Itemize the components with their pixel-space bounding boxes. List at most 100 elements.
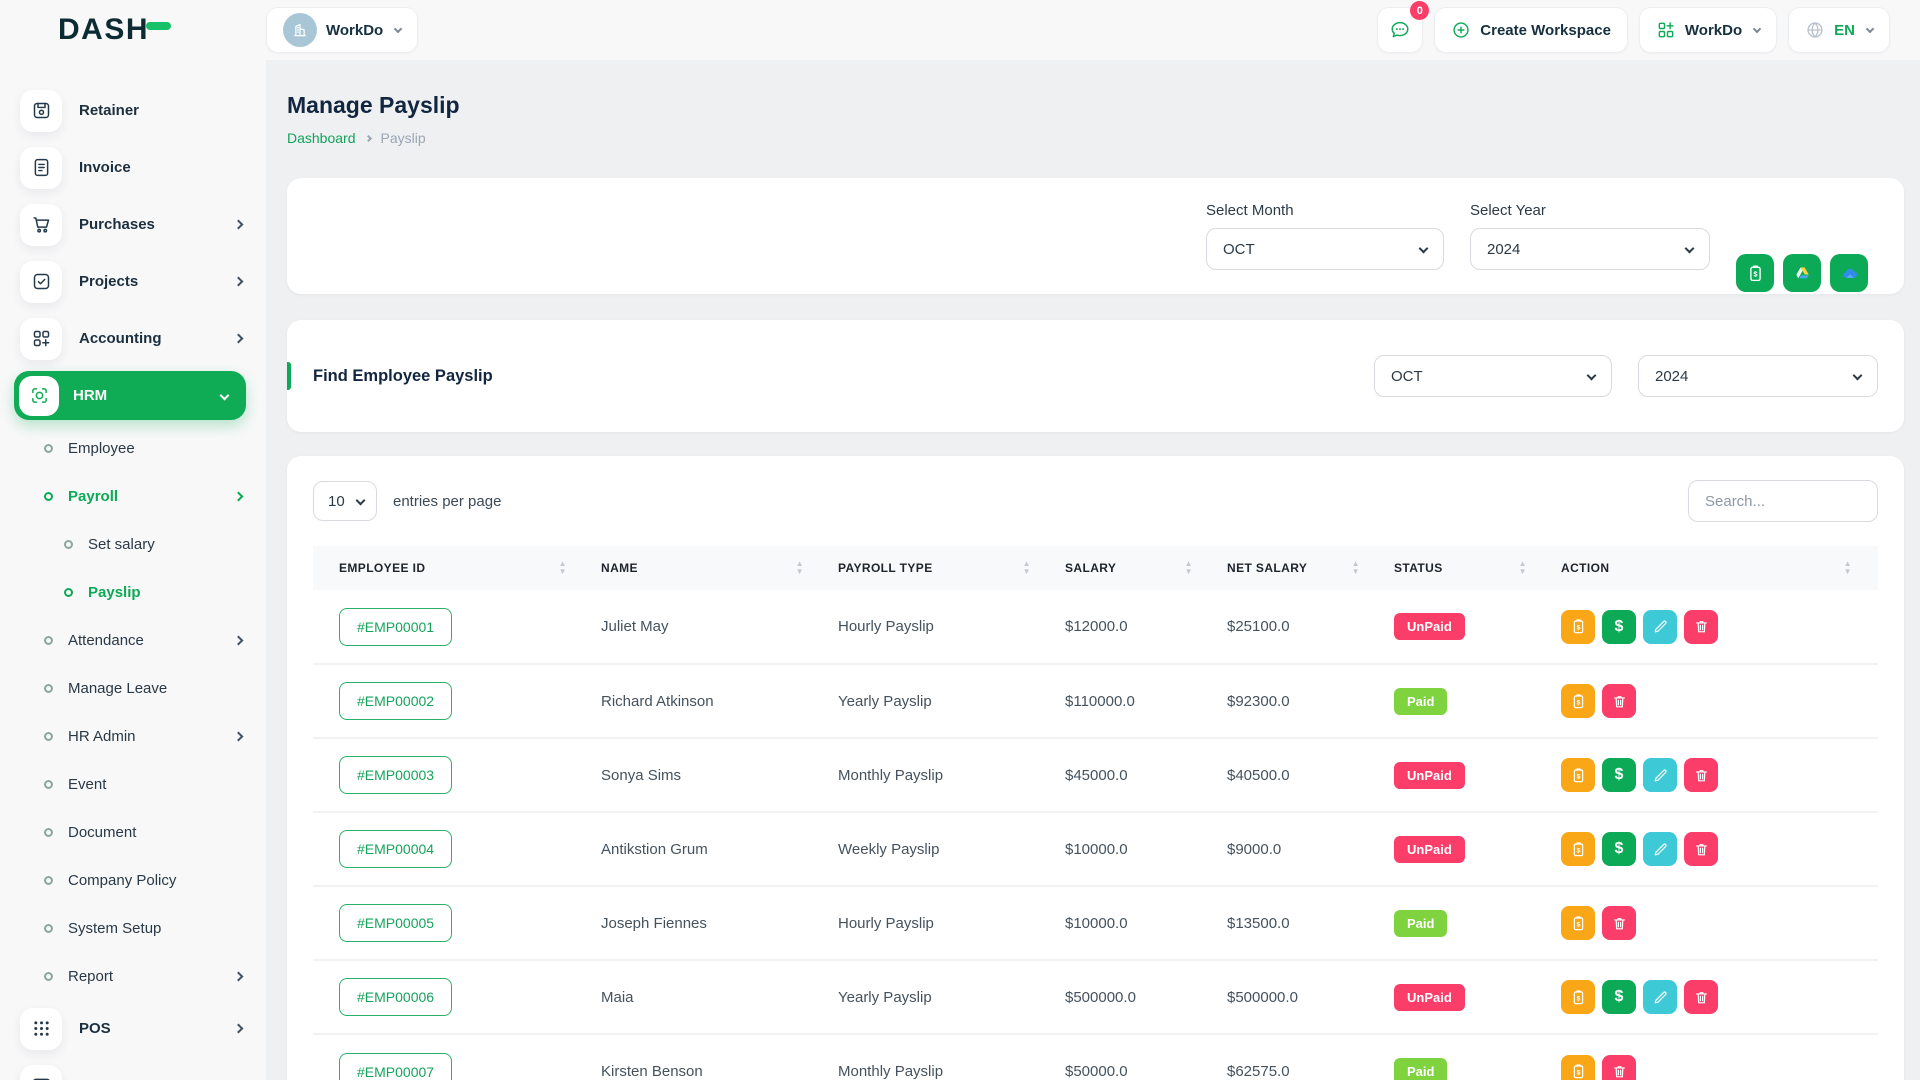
page-size-select[interactable]: 10 [313,481,377,521]
employee-name-cell: Joseph Fiennes [593,886,830,960]
delete-button[interactable] [1684,758,1718,792]
sidebar-item-event[interactable]: Event [0,760,266,808]
make-payment-button[interactable]: $ [1602,980,1636,1014]
sidebar-item-report[interactable]: Report [0,952,266,1000]
create-workspace-button[interactable]: Create Workspace [1434,7,1628,53]
sidebar-item-company-policy[interactable]: Company Policy [0,856,266,904]
svg-text:$: $ [1576,921,1580,928]
app-logo[interactable]: DASH [0,13,266,47]
workspace-menu-button[interactable]: WorkDo [1639,7,1777,53]
column-header-action[interactable]: ACTION▲▼ [1553,546,1878,590]
bullet-icon [44,924,53,933]
delete-button[interactable] [1602,1055,1636,1080]
chevron-down-icon [1685,244,1695,254]
edit-button[interactable] [1643,758,1677,792]
sidebar-item-system-setup[interactable]: System Setup [0,904,266,952]
edit-button[interactable] [1643,832,1677,866]
employee-id-badge[interactable]: #EMP00003 [339,756,452,794]
employee-id-badge[interactable]: #EMP00007 [339,1053,452,1080]
sidebar-nav: RetainerInvoicePurchasesProjectsAccounti… [0,60,266,1080]
month-select[interactable]: OCT [1206,228,1444,270]
net-salary-cell: $500000.0 [1219,960,1386,1034]
net-salary-cell: $25100.0 [1219,590,1386,664]
edit-button[interactable] [1643,980,1677,1014]
column-header-payroll-type[interactable]: PAYROLL TYPE▲▼ [830,546,1057,590]
make-payment-button[interactable]: $ [1602,610,1636,644]
sidebar-item-payslip[interactable]: Payslip [0,568,266,616]
find-year-select[interactable]: 2024 [1638,355,1878,397]
delete-button[interactable] [1602,684,1636,718]
delete-button[interactable] [1602,906,1636,940]
column-header-net-salary[interactable]: NET SALARY▲▼ [1219,546,1386,590]
sidebar-item-set-salary[interactable]: Set salary [0,520,266,568]
payroll-type-cell: Monthly Payslip [830,738,1057,812]
bullet-icon [44,492,53,501]
sidebar-item-hrm[interactable]: HRM [14,371,246,420]
employee-id-badge[interactable]: #EMP00004 [339,830,452,868]
language-selector[interactable]: EN [1788,7,1890,53]
payslip-button[interactable]: $ [1561,1055,1595,1080]
bullet-icon [64,540,73,549]
search-input[interactable] [1688,480,1878,522]
make-payment-button[interactable]: $ [1602,758,1636,792]
year-select[interactable]: 2024 [1470,228,1710,270]
column-header-status[interactable]: STATUS▲▼ [1386,546,1553,590]
messages-button[interactable]: 0 [1377,7,1423,53]
row-actions: $$ [1561,980,1870,1014]
sidebar-item-hr-admin[interactable]: HR Admin [0,712,266,760]
payslip-button[interactable]: $ [1561,758,1595,792]
sidebar-item-crm[interactable]: CRM [0,1057,266,1080]
payroll-type-cell: Hourly Payslip [830,590,1057,664]
sidebar-item-retainer[interactable]: Retainer [0,82,266,139]
sidebar-item-manage-leave[interactable]: Manage Leave [0,664,266,712]
payslip-button[interactable]: $ [1561,980,1595,1014]
employee-id-badge[interactable]: #EMP00005 [339,904,452,942]
dollar-icon: $ [1615,618,1624,636]
employee-id-badge[interactable]: #EMP00002 [339,682,452,720]
sidebar-item-projects[interactable]: Projects [0,253,266,310]
svg-text:$: $ [1576,699,1580,706]
payslip-button[interactable]: $ [1561,906,1595,940]
sidebar-item-employee[interactable]: Employee [0,424,266,472]
table-row: #EMP00001Juliet MayHourly Payslip$12000.… [313,590,1878,664]
edit-button[interactable] [1643,610,1677,644]
payslip-icon: $ [1570,989,1587,1006]
bulk-payment-button[interactable]: $ [1736,254,1774,292]
edit-icon [1652,618,1669,635]
breadcrumb-dashboard-link[interactable]: Dashboard [287,130,356,146]
payslip-icon: $ [1570,1063,1587,1080]
workspace-avatar [283,13,317,47]
column-header-employee-id[interactable]: EMPLOYEE ID▲▼ [313,546,593,590]
bullet-icon [44,636,53,645]
delete-button[interactable] [1684,980,1718,1014]
chevron-right-icon [234,220,244,230]
make-payment-button[interactable]: $ [1602,832,1636,866]
find-month-select[interactable]: OCT [1374,355,1612,397]
delete-button[interactable] [1684,610,1718,644]
projects-icon [20,261,62,303]
sidebar-item-pos[interactable]: POS [0,1000,266,1057]
payslip-button[interactable]: $ [1561,684,1595,718]
row-actions: $ [1561,684,1870,718]
employee-id-badge[interactable]: #EMP00001 [339,608,452,646]
column-header-name[interactable]: NAME▲▼ [593,546,830,590]
sidebar-item-accounting[interactable]: Accounting [0,310,266,367]
column-header-salary[interactable]: SALARY▲▼ [1057,546,1219,590]
payslip-button[interactable]: $ [1561,610,1595,644]
payslip-button[interactable]: $ [1561,832,1595,866]
table-body: #EMP00001Juliet MayHourly Payslip$12000.… [313,590,1878,1080]
sidebar-item-payroll[interactable]: Payroll [0,472,266,520]
google-drive-export-button[interactable] [1783,254,1821,292]
delete-button[interactable] [1684,832,1718,866]
bullet-icon [44,876,53,885]
sidebar-item-attendance[interactable]: Attendance [0,616,266,664]
sidebar-item-purchases[interactable]: Purchases [0,196,266,253]
sidebar-item-document[interactable]: Document [0,808,266,856]
workspace-selector[interactable]: WorkDo [266,7,418,53]
sort-icon: ▲▼ [1352,561,1360,575]
employee-id-badge[interactable]: #EMP00006 [339,978,452,1016]
sidebar-item-invoice[interactable]: Invoice [0,139,266,196]
table-row: #EMP00002Richard AtkinsonYearly Payslip$… [313,664,1878,738]
onedrive-export-button[interactable] [1830,254,1868,292]
salary-cell: $500000.0 [1057,960,1219,1034]
